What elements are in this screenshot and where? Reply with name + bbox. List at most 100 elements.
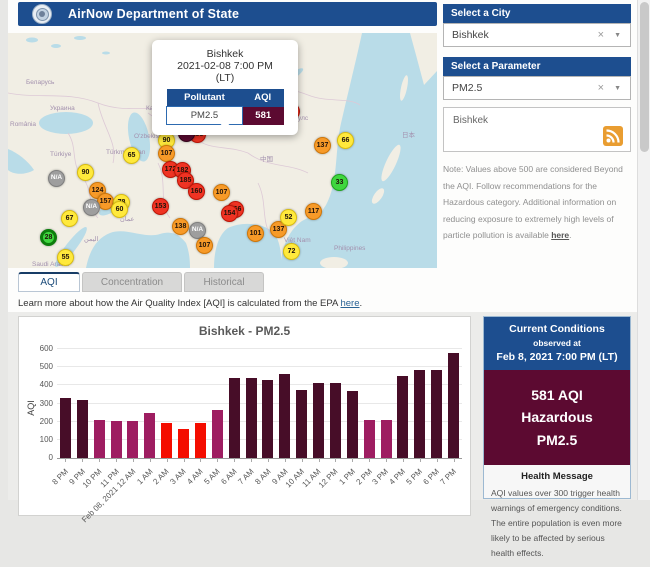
chevron-down-icon[interactable]: ▼	[614, 85, 621, 92]
chart-bar[interactable]	[262, 380, 273, 458]
chart-bar[interactable]	[229, 378, 240, 458]
chart-bar[interactable]	[448, 353, 459, 458]
x-tick	[335, 458, 336, 462]
y-tick-label: 600	[27, 344, 53, 353]
cc-health-text: AQI values over 300 trigger health warni…	[491, 486, 623, 560]
chart-bar[interactable]	[414, 370, 425, 458]
cc-aqi-category: Hazardous	[488, 406, 626, 428]
x-tick-label: 2 PM	[354, 467, 374, 487]
popup-col-aqi: AQI	[242, 89, 283, 107]
aqi-marker[interactable]: 138	[172, 218, 189, 235]
y-tick-label: 0	[27, 453, 53, 462]
chart-bar[interactable]	[347, 391, 358, 458]
x-tick-label: 7 PM	[438, 467, 458, 487]
chart-bar[interactable]	[111, 421, 122, 458]
chart-bar[interactable]	[296, 390, 307, 458]
chart-bar[interactable]	[397, 376, 408, 458]
x-tick	[437, 458, 438, 462]
rss-feed-icon[interactable]	[603, 126, 623, 146]
aqi-marker[interactable]: 72	[283, 243, 300, 260]
x-tick	[302, 458, 303, 462]
popup-tail	[218, 121, 232, 129]
aqi-marker[interactable]: 160	[188, 183, 205, 200]
x-tick-label: 3 AM	[169, 467, 188, 486]
chart-bar[interactable]	[313, 383, 324, 458]
aqi-marker[interactable]: 137	[314, 137, 331, 154]
chart-bar[interactable]	[60, 398, 71, 458]
chart-bar[interactable]	[431, 370, 442, 458]
aqi-marker[interactable]: 90	[77, 164, 94, 181]
cc-aqi-pollutant: PM2.5	[488, 429, 626, 451]
chart-bar[interactable]	[330, 383, 341, 458]
x-tick-label: 5 PM	[405, 467, 425, 487]
tab-concentration[interactable]: Concentration	[82, 272, 182, 292]
chart-bar[interactable]	[161, 423, 172, 458]
y-tick-label: 100	[27, 435, 53, 444]
aqi-marker[interactable]: 101	[247, 225, 264, 242]
chart-bar[interactable]	[178, 429, 189, 458]
y-tick-label: 400	[27, 380, 53, 389]
x-tick	[386, 458, 387, 462]
cc-observed-time: Feb 8, 2021 7:00 PM (LT)	[488, 351, 626, 363]
aqi-marker[interactable]: 33	[331, 174, 348, 191]
chart-bar[interactable]	[195, 423, 206, 458]
x-tick	[133, 458, 134, 462]
feed-city-label: Bishkek	[444, 108, 630, 126]
chart-bar[interactable]	[77, 400, 88, 458]
x-tick	[234, 458, 235, 462]
chevron-down-icon[interactable]: ▼	[614, 32, 621, 39]
chart-bar[interactable]	[246, 378, 257, 458]
app-header: AirNow Department of State	[18, 2, 437, 26]
chart-plot: 0100200300400500600	[57, 349, 462, 458]
x-tick-label: 8 PM	[50, 467, 70, 487]
aqi-marker[interactable]: 107	[158, 145, 175, 162]
popup-timezone: (LT)	[160, 72, 290, 84]
aqi-marker[interactable]: 66	[337, 132, 354, 149]
chart-bar[interactable]	[381, 420, 392, 458]
chart-bar[interactable]	[279, 374, 290, 458]
current-conditions-panel: Current Conditions observed at Feb 8, 20…	[483, 316, 631, 499]
clear-city-icon[interactable]: ×	[598, 29, 604, 41]
cc-health-title: Health Message	[491, 471, 623, 482]
city-select[interactable]: Bishkek × ▼	[443, 23, 631, 47]
chart-xlabels: 8 PM9 PM10 PM11 PMFeb 08, 2021 12 AM1 AM…	[57, 463, 462, 517]
popup-city: Bishkek	[160, 48, 290, 60]
cc-health-block: Health Message AQI values over 300 trigg…	[484, 465, 630, 566]
note-here-link[interactable]: here	[551, 230, 569, 240]
gridline	[57, 348, 462, 349]
aqi-marker[interactable]: N/A	[83, 199, 100, 216]
aqi-marker[interactable]: 52	[280, 209, 297, 226]
x-tick	[319, 458, 320, 462]
y-tick-label: 300	[27, 399, 53, 408]
aqi-marker[interactable]: 55	[57, 249, 74, 266]
aqi-marker[interactable]: 28	[40, 229, 57, 246]
aqi-marker[interactable]: 154	[221, 205, 238, 222]
x-tick-label: 6 PM	[421, 467, 441, 487]
learn-more-line: Learn more about how the Air Quality Ind…	[18, 298, 362, 309]
aqi-marker[interactable]: 65	[123, 147, 140, 164]
page-scrollbar[interactable]	[637, 0, 650, 500]
note-suffix: .	[569, 230, 571, 240]
aqi-marker[interactable]: 107	[196, 237, 213, 254]
scrollbar-thumb[interactable]	[640, 2, 649, 152]
chart-bar[interactable]	[212, 410, 223, 458]
tab-aqi[interactable]: AQI	[18, 272, 80, 292]
tab-historical[interactable]: Historical	[184, 272, 264, 292]
chart-bar[interactable]	[94, 420, 105, 458]
chart-bar[interactable]	[364, 420, 375, 458]
chart-bar[interactable]	[144, 413, 155, 458]
aqi-marker[interactable]: N/A	[48, 170, 65, 187]
aqi-marker[interactable]: 117	[305, 203, 322, 220]
x-tick	[99, 458, 100, 462]
learn-more-here-link[interactable]: here	[340, 298, 359, 309]
x-tick-label: 8 AM	[253, 467, 272, 486]
aqi-marker[interactable]: 153	[152, 198, 169, 215]
clear-parameter-icon[interactable]: ×	[598, 82, 604, 94]
aqi-marker[interactable]: 107	[213, 184, 230, 201]
parameter-select[interactable]: PM2.5 × ▼	[443, 76, 631, 100]
chart-bar[interactable]	[127, 421, 138, 458]
aqi-marker[interactable]: 67	[61, 210, 78, 227]
cc-observed-label: observed at	[488, 338, 626, 348]
x-tick	[82, 458, 83, 462]
aqi-marker[interactable]: 60	[111, 201, 128, 218]
